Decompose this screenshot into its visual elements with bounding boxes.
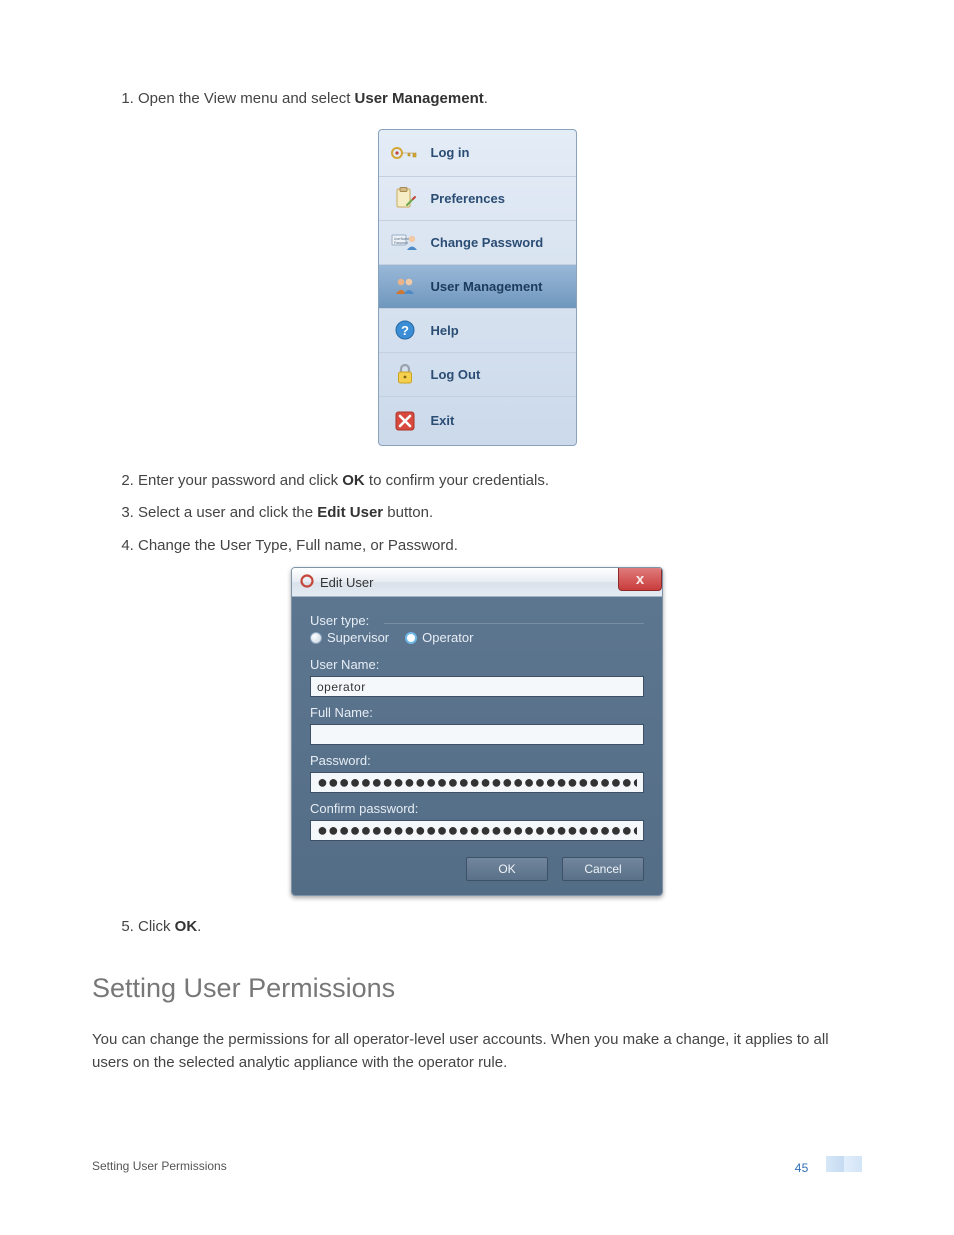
- fullname-field[interactable]: [310, 724, 644, 745]
- radio-operator-label: Operator: [422, 630, 473, 645]
- footer-swatch-icon: [826, 1156, 862, 1172]
- section-paragraph: You can change the permissions for all o…: [92, 1028, 862, 1075]
- menu-item-exit[interactable]: Exit: [379, 396, 576, 445]
- menu-item-label: Exit: [431, 413, 455, 428]
- menu-item-login[interactable]: Log in: [379, 130, 576, 176]
- clipboard-icon: [379, 185, 431, 211]
- step-3: Select a user and click the Edit User bu…: [138, 502, 862, 525]
- step-2-bold: OK: [342, 472, 365, 489]
- menu-item-user-management[interactable]: User Management: [379, 264, 576, 308]
- dialog-title-text: Edit User: [320, 575, 373, 590]
- dialog-titlebar: Edit User x: [292, 568, 662, 597]
- menu-item-help[interactable]: ? Help: [379, 308, 576, 352]
- svg-text:?: ?: [401, 323, 409, 338]
- step-5-text-a: Click: [138, 918, 175, 935]
- menu-item-preferences[interactable]: Preferences: [379, 176, 576, 220]
- view-menu: Log in Preferences UserNa: [378, 129, 577, 446]
- users-icon: [379, 274, 431, 298]
- key-icon: [379, 143, 431, 163]
- edit-user-dialog: Edit User x User type: Supervisor Operat…: [291, 567, 663, 896]
- fullname-label: Full Name:: [310, 705, 644, 720]
- step-4-text: Change the User Type, Full name, or Pass…: [138, 537, 458, 554]
- radio-supervisor-label: Supervisor: [327, 630, 389, 645]
- ok-button[interactable]: OK: [466, 857, 548, 881]
- menu-item-label: User Management: [431, 279, 543, 294]
- step-2-text-c: to confirm your credentials.: [365, 472, 549, 489]
- page-footer: Setting User Permissions 45: [92, 1156, 862, 1175]
- step-5: Click OK.: [138, 916, 862, 939]
- menu-item-label: Log Out: [431, 367, 481, 382]
- step-5-text-c: .: [197, 918, 201, 935]
- exit-icon: [379, 410, 431, 432]
- step-1: Open the View menu and select User Manag…: [138, 88, 862, 111]
- password-label: Password:: [310, 753, 644, 768]
- menu-item-label: Change Password: [431, 235, 544, 250]
- menu-item-change-password[interactable]: UserName Password Change Password: [379, 220, 576, 264]
- section-heading: Setting User Permissions: [92, 973, 862, 1004]
- radio-supervisor[interactable]: Supervisor: [310, 630, 389, 645]
- step-2: Enter your password and click OK to conf…: [138, 470, 862, 493]
- menu-item-logout[interactable]: Log Out: [379, 352, 576, 396]
- step-1-text-a: Open the View menu and select: [138, 90, 355, 107]
- step-1-text-c: .: [484, 90, 488, 107]
- user-type-label: User type:: [310, 613, 369, 628]
- confirm-password-label: Confirm password:: [310, 801, 644, 816]
- step-3-text-c: button.: [383, 504, 433, 521]
- step-4: Change the User Type, Full name, or Pass…: [138, 535, 862, 558]
- step-1-bold: User Management: [355, 90, 484, 107]
- radio-dot-open-icon: [405, 632, 417, 644]
- lock-icon: [379, 362, 431, 386]
- page-number: 45: [795, 1161, 809, 1175]
- radio-operator[interactable]: Operator: [405, 630, 473, 645]
- username-field[interactable]: [310, 676, 644, 697]
- close-button[interactable]: x: [618, 568, 662, 591]
- username-label: User Name:: [310, 657, 644, 672]
- step-5-bold: OK: [175, 918, 198, 935]
- cancel-button[interactable]: Cancel: [562, 857, 644, 881]
- close-icon: x: [636, 572, 644, 587]
- menu-item-label: Preferences: [431, 191, 505, 206]
- menu-item-label: Log in: [431, 145, 470, 160]
- svg-text:Password: Password: [394, 241, 408, 245]
- password-field[interactable]: [310, 772, 644, 793]
- user-card-icon: UserName Password: [379, 230, 431, 254]
- step-2-text-a: Enter your password and click: [138, 472, 342, 489]
- radio-dot-filled-icon: [310, 632, 322, 644]
- step-3-bold: Edit User: [317, 504, 383, 521]
- app-icon: [300, 574, 314, 591]
- footer-title: Setting User Permissions: [92, 1159, 227, 1173]
- help-icon: ?: [379, 319, 431, 341]
- confirm-password-field[interactable]: [310, 820, 644, 841]
- menu-item-label: Help: [431, 323, 459, 338]
- step-3-text-a: Select a user and click the: [138, 504, 317, 521]
